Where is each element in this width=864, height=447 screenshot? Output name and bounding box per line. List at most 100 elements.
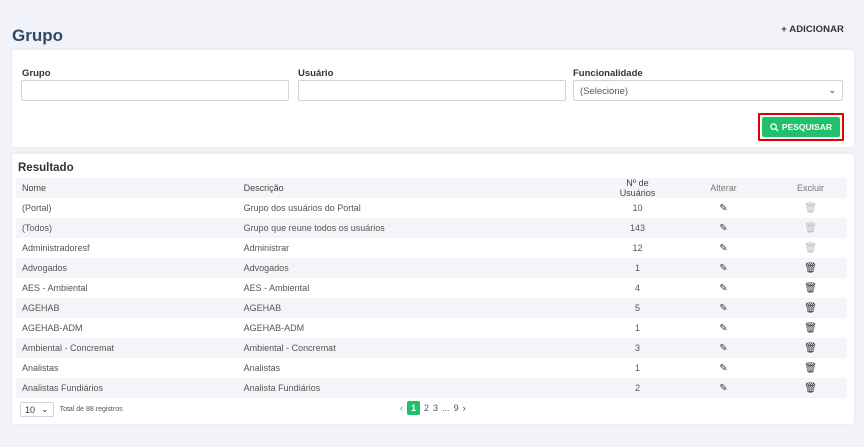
page-2[interactable]: 2 [424,403,429,413]
grupo-label: Grupo [22,68,51,79]
usuario-label: Usuário [298,68,334,79]
alterar-cell: ✎ [673,378,774,398]
col-nome: Nome [22,183,47,193]
trash-icon[interactable]: 🗑 [804,323,817,334]
page-1[interactable]: 1 [407,401,421,415]
table-row: AES - Ambiental AES - Ambiental 4 ✎ 🗑 [16,278,847,298]
edit-icon[interactable]: ✎ [719,243,727,254]
edit-icon[interactable]: ✎ [719,363,727,374]
table-row: AGEHAB AGEHAB 5 ✎ 🗑 [16,298,847,318]
row-descricao: AGEHAB [243,303,282,313]
row-usuarios: 5 [634,303,640,313]
col-excluir: Excluir [797,183,825,193]
chevron-down-icon: ⌄ [41,404,49,414]
trash-icon[interactable]: 🗑 [804,283,817,294]
alterar-cell: ✎ [673,258,774,278]
prev-page-icon[interactable]: ‹ [400,403,403,413]
row-descricao: AGEHAB-ADM [243,323,305,333]
excluir-cell: 🗑 [774,298,847,318]
table-row: Ambiental - Concremat Ambiental - Concrem… [16,338,847,358]
edit-icon[interactable]: ✎ [719,203,727,214]
page-9[interactable]: 9 [454,403,459,413]
excluir-cell: 🗑 [774,258,847,278]
next-page-icon[interactable]: › [463,403,466,413]
page-size-select[interactable]: 10 ⌄ [20,402,54,417]
results-title: Resultado [18,162,74,174]
excluir-cell: 🗑 [774,338,847,358]
table-row: Analistas Fundiários Analista Fundiários 2… [16,378,847,398]
edit-icon[interactable]: ✎ [719,263,727,274]
row-nome: Administradoresf [22,243,90,253]
row-usuarios: 3 [634,343,640,353]
trash-icon[interactable]: 🗑 [804,343,817,354]
row-usuarios: 1 [634,363,640,373]
row-nome: Advogados [22,263,68,273]
row-nome: AES - Ambiental [22,283,88,293]
row-descricao: Analistas [243,363,281,373]
row-nome: AGEHAB-ADM [22,323,83,333]
page-size-value: 10 [25,404,36,415]
row-descricao: Ambiental - Concremat [243,343,336,353]
excluir-cell: 🗑 [774,358,847,378]
trash-icon[interactable]: 🗑 [804,383,817,394]
filter-panel: Grupo Usuário Funcionalidade (Selecione)… [12,50,854,147]
search-icon [770,122,779,132]
row-usuarios: 12 [632,243,643,253]
page-3[interactable]: 3 [433,403,438,413]
trash-icon[interactable]: 🗑 [804,303,817,314]
row-descricao: Grupo que reune todos os usuários [243,223,385,233]
add-button[interactable]: + ADICIONAR [781,24,844,35]
col-descricao: Descrição [243,183,284,193]
alterar-cell: ✎ [673,318,774,338]
table-row: (Todos) Grupo que reune todos os usuários… [16,218,847,238]
table-row: Administradoresf Administrar 12 ✎ 🗑 [16,238,847,258]
usuario-input[interactable] [298,80,566,101]
row-usuarios: 2 [634,383,640,393]
funcionalidade-value: (Selecione) [580,86,629,97]
row-descricao: AES - Ambiental [243,283,310,293]
table-row: (Portal) Grupo dos usuários do Portal 10 ✎ 🗑 [16,198,847,218]
results-table: Nome Descrição Nº de Usuários Alterar Ex… [16,178,847,398]
alterar-cell: ✎ [673,198,774,218]
col-alterar: Alterar [710,183,737,193]
row-usuarios: 1 [634,263,640,273]
chevron-down-icon: ⌄ [828,85,836,95]
page-ellipsis: ... [442,403,450,413]
excluir-cell: 🗑 [774,218,847,238]
grupo-input[interactable] [21,80,289,101]
funcionalidade-select[interactable]: (Selecione) ⌄ [573,80,843,101]
trash-icon[interactable]: 🗑 [804,263,817,274]
edit-icon[interactable]: ✎ [719,303,727,314]
trash-icon: 🗑 [804,222,817,234]
edit-icon[interactable]: ✎ [719,223,727,234]
table-header: Nome Descrição Nº de Usuários Alterar Ex… [16,178,847,198]
trash-icon: 🗑 [804,202,817,214]
alterar-cell: ✎ [673,238,774,258]
row-nome: Analistas [22,363,59,373]
edit-icon[interactable]: ✎ [719,323,727,334]
alterar-cell: ✎ [673,278,774,298]
edit-icon[interactable]: ✎ [719,383,727,394]
row-usuarios: 10 [632,203,643,213]
total-records: Total de 88 registros [59,406,123,413]
row-usuarios: 4 [634,283,640,293]
search-highlight: PESQUISAR [757,113,844,141]
row-nome: (Portal) [22,203,52,213]
trash-icon[interactable]: 🗑 [804,363,817,374]
row-nome: (Todos) [22,223,53,233]
excluir-cell: 🗑 [774,318,847,338]
row-descricao: Grupo dos usuários do Portal [243,203,361,213]
edit-icon[interactable]: ✎ [719,283,727,294]
search-button[interactable]: PESQUISAR [761,117,840,137]
edit-icon[interactable]: ✎ [719,343,727,354]
pagination: ‹ 1 2 3 ... 9 › [400,401,466,415]
row-nome: Analistas Fundiários [22,383,104,393]
alterar-cell: ✎ [673,338,774,358]
table-row: Analistas Analistas 1 ✎ 🗑 [16,358,847,378]
trash-icon: 🗑 [804,242,817,254]
table-footer: 10 ⌄ Total de 88 registros [20,402,123,417]
excluir-cell: 🗑 [774,378,847,398]
table-row: Advogados Advogados 1 ✎ 🗑 [16,258,847,278]
table-row: AGEHAB-ADM AGEHAB-ADM 1 ✎ 🗑 [16,318,847,338]
row-descricao: Administrar [243,243,290,253]
